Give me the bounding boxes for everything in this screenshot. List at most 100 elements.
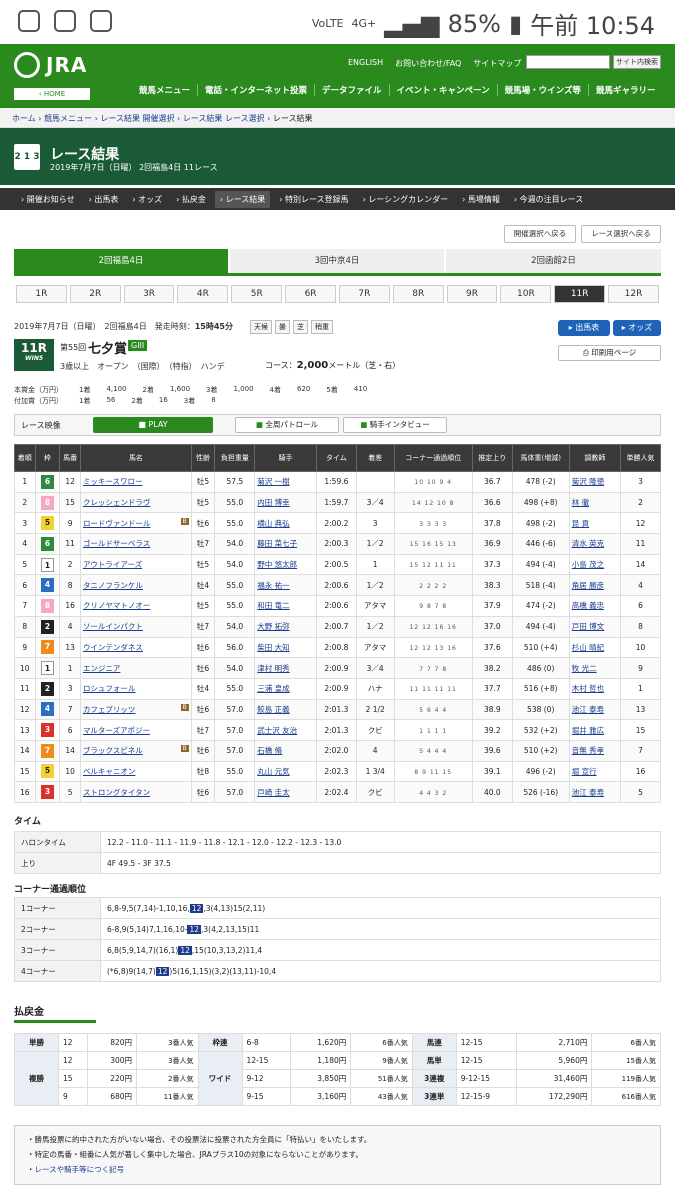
- horse-link[interactable]: ソールインパクト: [79, 615, 192, 638]
- race-tab-12R[interactable]: 12R: [608, 285, 659, 303]
- tab-meeting-hakodate[interactable]: 2回函館2日: [446, 249, 661, 273]
- race-tab-9R[interactable]: 9R: [446, 285, 498, 303]
- race-tab-3R[interactable]: 3R: [123, 285, 175, 303]
- nav-gallery[interactable]: 競馬ギャラリー: [587, 84, 663, 96]
- crumb-race[interactable]: レース結果 レース選択: [183, 114, 265, 123]
- race-tab-1R[interactable]: 1R: [16, 285, 67, 303]
- nav-keiba-menu[interactable]: 競馬メニュー: [132, 84, 197, 96]
- subnav-entries[interactable]: 出馬表: [84, 191, 124, 208]
- crumb-menu[interactable]: 競馬メニュー: [44, 114, 92, 123]
- horse-link[interactable]: ミッキースワロー: [79, 471, 192, 493]
- race-tab-10R[interactable]: 10R: [500, 285, 552, 303]
- horse-name[interactable]: カフェブリッツ: [83, 705, 136, 714]
- crumb-home[interactable]: ホーム: [12, 114, 36, 123]
- search-button[interactable]: サイト内検索: [613, 55, 661, 69]
- nav-datafile[interactable]: データファイル: [314, 84, 389, 96]
- trainer-link[interactable]: 小島 茂之: [568, 553, 622, 576]
- race-tab-8R[interactable]: 8R: [392, 285, 444, 303]
- race-tab-2R[interactable]: 2R: [69, 285, 121, 303]
- trainer-link[interactable]: 清水 英克: [568, 533, 622, 555]
- trainer-link[interactable]: 堀 宣行: [568, 760, 622, 783]
- link-faq[interactable]: お問い合わせ/FAQ: [395, 58, 461, 69]
- tab-meeting-fukushima[interactable]: 2回福島4日: [14, 249, 228, 273]
- jockey-link[interactable]: 津村 明秀: [254, 657, 317, 679]
- play-button[interactable]: ■ PLAY: [93, 417, 213, 433]
- race-tab-11R[interactable]: 11R: [554, 285, 606, 303]
- subnav-notice[interactable]: 開催お知らせ: [16, 191, 80, 208]
- trainer-link[interactable]: 高橋 義忠: [568, 595, 622, 617]
- back-to-race-button[interactable]: レース選択へ戻る: [581, 225, 661, 243]
- trainer-link[interactable]: 杉山 晴紀: [568, 636, 622, 659]
- jockey-link[interactable]: 横山 典弘: [254, 512, 317, 535]
- jockey-link[interactable]: 菊沢 一樹: [254, 471, 317, 493]
- jockey-link[interactable]: 福永 祐一: [254, 574, 317, 597]
- subnav-calendar[interactable]: レーシングカレンダー: [358, 191, 454, 208]
- trainer-link[interactable]: 堀井 雅広: [568, 719, 622, 741]
- jra-logo[interactable]: JRA: [14, 52, 87, 78]
- patrol-button[interactable]: ■ 全周パトロール: [235, 417, 339, 433]
- interview-button[interactable]: ■ 騎手インタビュー: [343, 417, 447, 433]
- nav-betting[interactable]: 電話・インターネット投票: [197, 84, 314, 96]
- horse-link[interactable]: ロシュフォール: [79, 677, 192, 700]
- race-tab-5R[interactable]: 5R: [231, 285, 283, 303]
- horse-link[interactable]: ロードヴァンドール B: [79, 512, 192, 535]
- trainer-link[interactable]: 池江 泰寿: [568, 698, 622, 721]
- print-button[interactable]: ⎙ 印刷用ページ: [558, 345, 661, 361]
- nav-racecourses[interactable]: 競馬場・ウインズ等: [496, 84, 588, 96]
- subnav-results[interactable]: レース結果: [214, 190, 271, 208]
- home-button[interactable]: ‹ HOME: [14, 88, 90, 100]
- jockey-link[interactable]: 武士沢 友治: [254, 719, 317, 741]
- race-tab-7R[interactable]: 7R: [338, 285, 390, 303]
- subnav-track[interactable]: 馬場情報: [457, 191, 505, 208]
- trainer-link[interactable]: 菊沢 隆徳: [568, 471, 622, 493]
- horse-link[interactable]: ベルキャニオン: [79, 760, 192, 783]
- jockey-link[interactable]: 鮫島 正義: [254, 698, 317, 721]
- nav-events[interactable]: イベント・キャンペーン: [388, 84, 497, 96]
- jockey-link[interactable]: 石橋 脩: [254, 739, 317, 762]
- search-input[interactable]: [526, 55, 610, 69]
- jockey-link[interactable]: 藤田 菜七子: [254, 533, 317, 555]
- trainer-link[interactable]: 牧 光二: [568, 657, 622, 679]
- trainer-link[interactable]: 木村 哲也: [568, 677, 622, 700]
- symbols-link[interactable]: レースや騎手等につく記号: [35, 1165, 125, 1174]
- back-to-meeting-button[interactable]: 開催選択へ戻る: [504, 225, 576, 243]
- horse-link[interactable]: ゴールドサーベラス: [79, 533, 192, 555]
- subnav-special[interactable]: 特別レース登録馬: [274, 191, 353, 208]
- horse-link[interactable]: ストロングタイタン: [79, 781, 192, 803]
- odds-button[interactable]: ▸ オッズ: [613, 320, 661, 336]
- subnav-payout[interactable]: 払戻金: [171, 191, 211, 208]
- horse-link[interactable]: クレッシェンドラヴ: [79, 491, 192, 514]
- trainer-link[interactable]: 林 徹: [568, 491, 622, 514]
- horse-link[interactable]: タニノフランケル: [79, 574, 192, 597]
- horse-name[interactable]: ロードヴァンドール: [83, 519, 151, 528]
- jockey-link[interactable]: 内田 博幸: [254, 491, 317, 514]
- horse-link[interactable]: ブラックスピネル B: [79, 739, 192, 762]
- entry-button[interactable]: ▸ 出馬表: [558, 320, 610, 336]
- horse-link[interactable]: カフェブリッツ B: [79, 698, 192, 721]
- jockey-link[interactable]: 戸崎 圭太: [254, 781, 317, 803]
- trainer-link[interactable]: 音無 秀孝: [568, 739, 622, 762]
- horse-link[interactable]: マルターズアポジー: [79, 719, 192, 741]
- trainer-link[interactable]: 池江 泰寿: [568, 781, 622, 803]
- tab-meeting-chukyo[interactable]: 3回中京4日: [230, 249, 444, 273]
- trainer-link[interactable]: 昆 貢: [568, 512, 622, 535]
- subnav-odds[interactable]: オッズ: [127, 191, 167, 208]
- jockey-link[interactable]: 野中 悠太郎: [254, 553, 317, 576]
- crumb-meeting[interactable]: レース結果 開催選択: [100, 114, 174, 123]
- jockey-link[interactable]: 和田 竜二: [254, 595, 317, 617]
- link-english[interactable]: ENGLISH: [348, 58, 383, 69]
- jockey-link[interactable]: 柴田 大知: [254, 636, 317, 659]
- horse-link[interactable]: エンジニア: [79, 657, 192, 679]
- note-symbols-link[interactable]: レースや騎手等につく記号: [27, 1162, 648, 1177]
- trainer-link[interactable]: 戸田 博文: [568, 615, 622, 638]
- horse-link[interactable]: アウトライアーズ: [79, 553, 192, 576]
- horse-link[interactable]: ウインテンダネス: [79, 636, 192, 659]
- trainer-link[interactable]: 角居 勝彦: [568, 574, 622, 597]
- horse-name[interactable]: ブラックスピネル: [83, 746, 143, 755]
- subnav-featured[interactable]: 今週の注目レース: [509, 191, 588, 208]
- race-tab-6R[interactable]: 6R: [285, 285, 336, 303]
- horse-link[interactable]: クリノヤマトノオー: [79, 595, 192, 617]
- jockey-link[interactable]: 三浦 皇成: [254, 677, 317, 700]
- link-sitemap[interactable]: サイトマップ: [473, 58, 521, 69]
- jockey-link[interactable]: 丸山 元気: [254, 760, 317, 783]
